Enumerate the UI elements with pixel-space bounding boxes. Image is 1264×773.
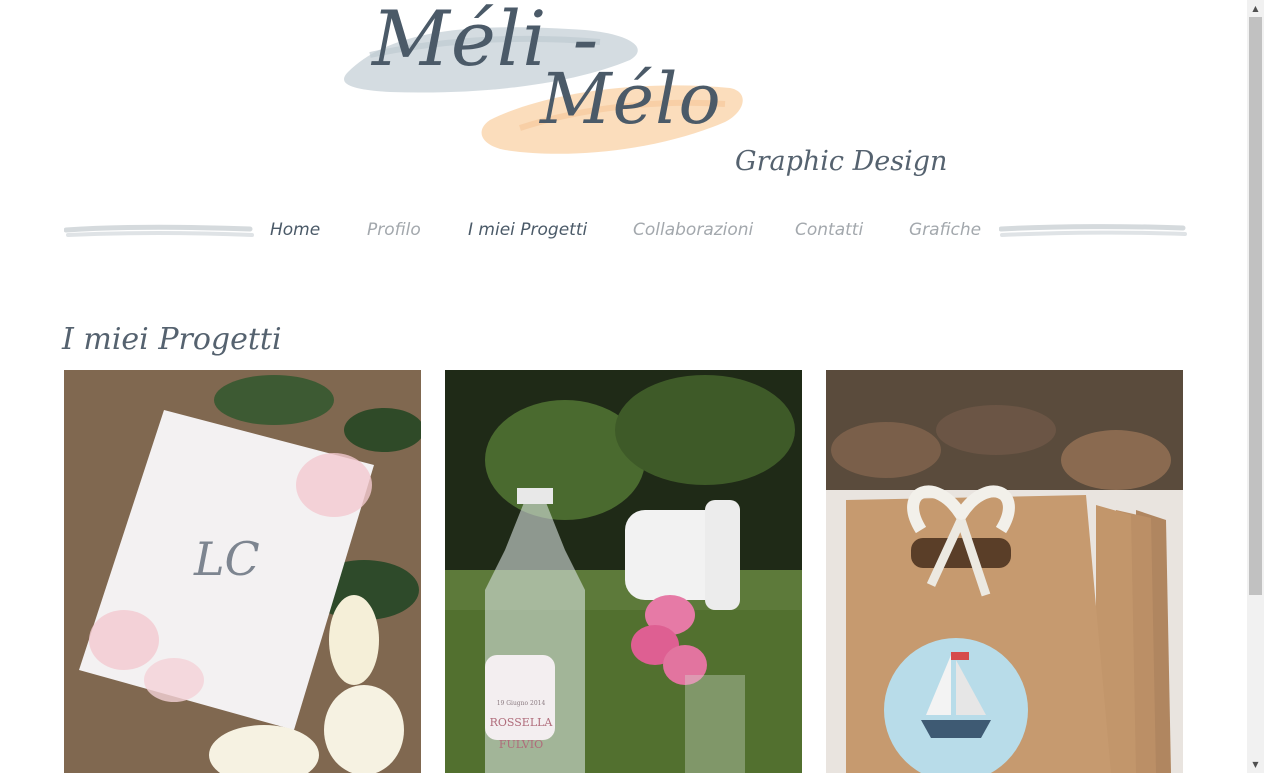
- project-card-1[interactable]: LC: [64, 370, 421, 773]
- scroll-up-arrow-icon[interactable]: ▲: [1247, 0, 1264, 17]
- nav-brush-right: [999, 224, 1187, 237]
- main-navigation: Home Profilo I miei Progetti Collaborazi…: [64, 212, 1187, 252]
- nav-item-collaborazioni[interactable]: Collaborazioni: [633, 220, 753, 240]
- vertical-scrollbar[interactable]: ▲ ▼: [1247, 0, 1264, 773]
- gift-bags-image: [826, 370, 1183, 773]
- section-title: I miei Progetti: [62, 322, 282, 357]
- monogram-text: LC: [193, 532, 260, 586]
- bottle-label-name-1: ROSSELLA: [490, 716, 554, 729]
- nav-item-grafiche[interactable]: Grafiche: [909, 220, 981, 240]
- project-card-2[interactable]: 19 Giugno 2014 ROSSELLA FULVIO: [445, 370, 802, 773]
- nav-item-contatti[interactable]: Contatti: [795, 220, 863, 240]
- logo-text-melo: Mélo: [540, 58, 722, 140]
- scroll-thumb[interactable]: [1249, 17, 1262, 595]
- project-card-3[interactable]: [826, 370, 1183, 773]
- bottle-label-date: 19 Giugno 2014: [497, 700, 546, 707]
- scroll-down-arrow-icon[interactable]: ▼: [1247, 756, 1264, 773]
- page: Méli - Mélo Graphic Design Home Profilo …: [0, 0, 1247, 773]
- nav-item-profilo[interactable]: Profilo: [367, 220, 421, 240]
- wedding-invitation-image: LC: [64, 370, 421, 773]
- nav-item-home[interactable]: Home: [270, 220, 320, 240]
- nav-item-progetti[interactable]: I miei Progetti: [468, 220, 587, 240]
- logo-subtitle: Graphic Design: [735, 146, 948, 177]
- site-logo[interactable]: Méli - Mélo Graphic Design: [330, 0, 947, 200]
- bottle-label-name-2: FULVIO: [499, 738, 543, 751]
- bottle-flowers-image: 19 Giugno 2014 ROSSELLA FULVIO: [445, 370, 802, 773]
- nav-brush-left: [64, 224, 254, 237]
